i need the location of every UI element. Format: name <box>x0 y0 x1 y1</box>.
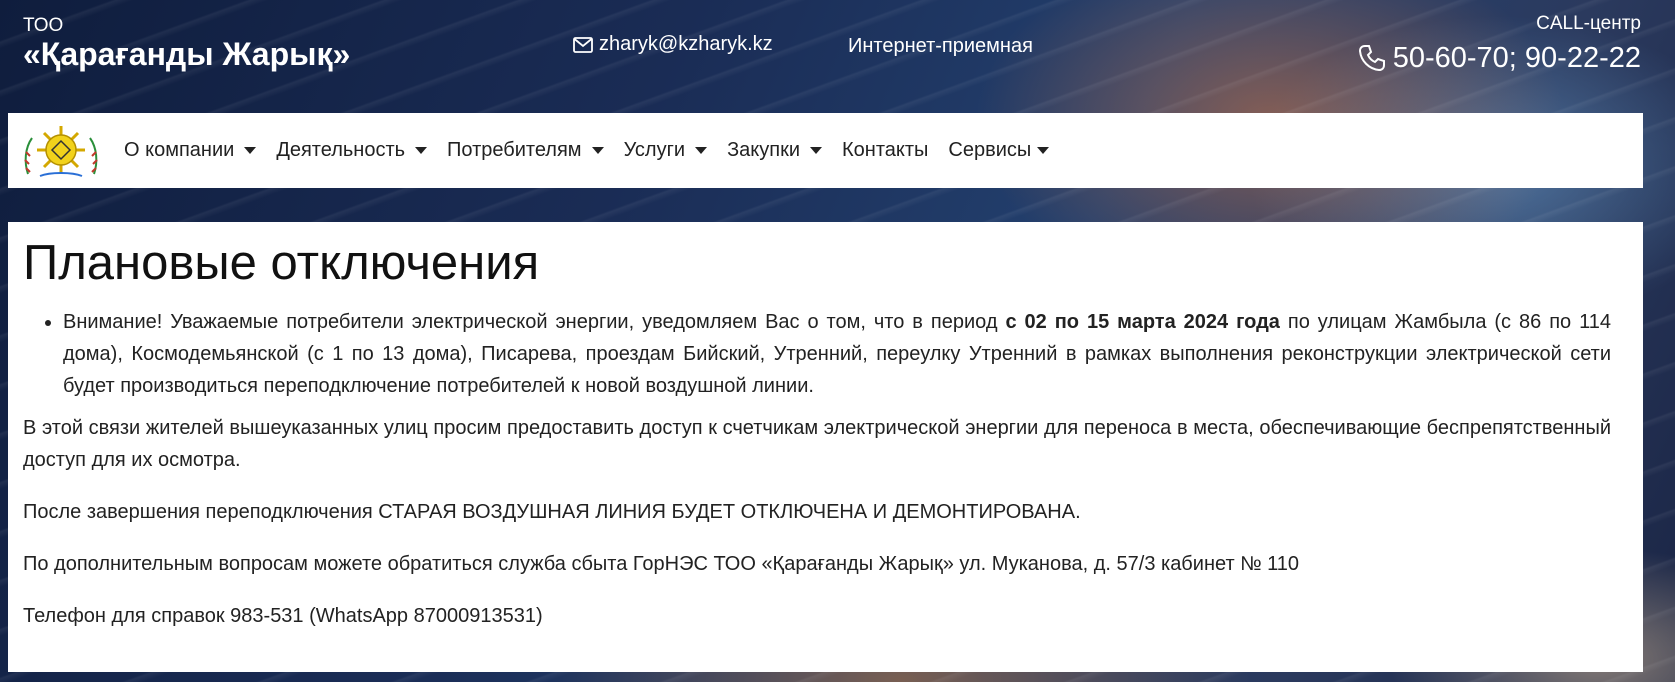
nav-services-label: Услуги <box>623 139 686 161</box>
brand-name: «Қарағанды Жарық» <box>23 36 351 72</box>
email-text: zharyk@kzharyk.kz <box>599 33 773 55</box>
notice-item: Внимание! Уважаемые потребители электрич… <box>63 306 1611 402</box>
nav-contacts[interactable]: Контакты <box>832 139 938 162</box>
company-logo[interactable] <box>22 122 100 180</box>
top-header: ТОО «Қарағанды Жарық» zharyk@kzharyk.kz … <box>0 0 1675 112</box>
call-center: CALL-центр 50-60-70; 90-22-22 <box>1357 12 1641 76</box>
paragraph-phone: Телефон для справок 983-531 (WhatsApp 87… <box>23 605 543 627</box>
nav-about-label: О компании <box>124 139 235 161</box>
internet-reception-link[interactable]: Интернет-приемная <box>848 35 1033 58</box>
caret-down-icon <box>415 147 428 154</box>
caret-down-icon <box>1037 147 1050 154</box>
nav-activity-label: Деятельность <box>276 139 406 161</box>
main-navbar: О компании Деятельность Потребителям Усл… <box>8 113 1643 188</box>
nav-online-services-label: Сервисы <box>948 139 1032 161</box>
call-center-label: CALL-центр <box>1536 13 1641 34</box>
nav-online-services[interactable]: Сервисы <box>938 139 1059 162</box>
notice-text-pre: Внимание! Уважаемые потребители электрич… <box>63 311 1006 333</box>
paragraph-contact: По дополнительным вопросам можете обрати… <box>23 553 1300 575</box>
nav-procurement-label: Закупки <box>727 139 801 161</box>
caret-down-icon <box>244 147 257 154</box>
page-title: Плановые отключения <box>23 236 540 290</box>
nav-contacts-label: Контакты <box>842 139 929 161</box>
notice-list: Внимание! Уважаемые потребители электрич… <box>23 306 1611 402</box>
call-center-phones[interactable]: 50-60-70; 90-22-22 <box>1357 40 1641 76</box>
nav-activity[interactable]: Деятельность <box>266 139 437 162</box>
nav-about[interactable]: О компании <box>114 139 266 162</box>
caret-down-icon <box>591 147 604 154</box>
envelope-icon <box>573 36 593 53</box>
email-link[interactable]: zharyk@kzharyk.kz <box>573 33 773 56</box>
nav-procurement[interactable]: Закупки <box>717 139 832 162</box>
paragraph-access: В этой связи жителей вышеуказанных улиц … <box>23 417 1611 471</box>
brand-legal-form: ТОО <box>23 15 64 36</box>
caret-down-icon <box>810 147 823 154</box>
nav-consumers-label: Потребителям <box>447 139 582 161</box>
phone-numbers: 50-60-70; 90-22-22 <box>1392 42 1641 74</box>
nav-consumers[interactable]: Потребителям <box>437 139 614 162</box>
notice-period: с 02 по 15 марта 2024 года <box>1005 311 1280 333</box>
phone-icon <box>1358 45 1385 72</box>
caret-down-icon <box>695 147 708 154</box>
content-panel: Плановые отключения Внимание! Уважаемые … <box>8 222 1643 672</box>
nav-services[interactable]: Услуги <box>614 139 718 162</box>
paragraph-disconnect: После завершения переподключения СТАРАЯ … <box>23 501 1081 523</box>
company-brand[interactable]: ТОО «Қарағанды Жарық» <box>23 15 350 71</box>
